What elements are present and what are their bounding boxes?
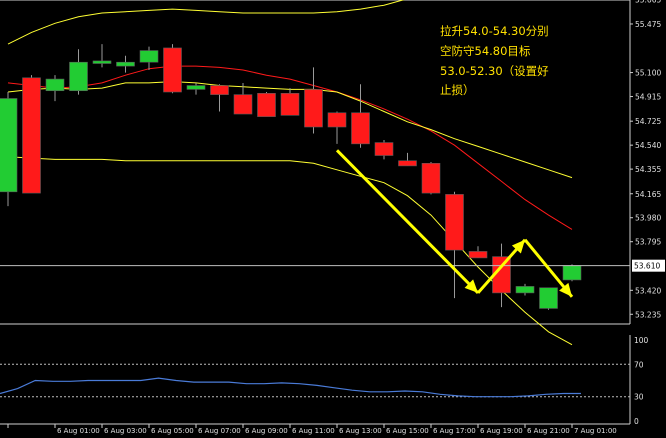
price-tick-label: 55.475 <box>635 20 661 29</box>
price-tick-label: 53.420 <box>635 286 661 295</box>
bearish-candle <box>421 162 441 194</box>
bullish-candle <box>92 60 112 64</box>
bearish-candle <box>374 142 394 156</box>
current-price-label: 53.610 <box>634 262 660 271</box>
bearish-candle <box>445 194 464 251</box>
bearish-candle <box>233 94 253 115</box>
indicator-level-label: 0 <box>634 417 639 426</box>
price-tick-label: 54.915 <box>635 93 661 102</box>
time-tick-label: 6 Aug 07:00 <box>198 427 241 435</box>
time-tick-label: 6 Aug 05:00 <box>151 427 194 435</box>
bullish-candle <box>0 98 18 193</box>
price-tick-label: 54.165 <box>635 190 661 199</box>
price-tick-label: 54.540 <box>635 141 661 150</box>
annotation-line-2: 空防守54.80目标 <box>440 44 531 58</box>
time-tick-label: 6 Aug 01:00 <box>57 427 100 435</box>
bullish-candle <box>45 78 65 92</box>
price-tick-label: 54.355 <box>635 165 661 174</box>
time-tick-label: 6 Aug 03:00 <box>104 427 147 435</box>
bullish-candle <box>116 61 135 67</box>
bullish-candle <box>562 265 582 281</box>
time-tick-label: 6 Aug 09:00 <box>245 427 288 435</box>
time-tick-label: 6 Aug 21:00 <box>527 427 570 435</box>
price-tick-label: 53.795 <box>635 238 661 247</box>
bearish-candle <box>327 112 347 128</box>
bearish-candle <box>398 160 417 167</box>
bearish-candle <box>163 47 182 93</box>
bullish-candle <box>515 286 535 294</box>
bearish-candle <box>22 77 41 194</box>
annotation-line-4: 止损） <box>440 83 475 97</box>
price-tick-label: 55.665 <box>635 0 661 4</box>
indicator-level-label: 30 <box>634 393 644 402</box>
forex-chart: 55.665 55.475 55.100 54.915 54.725 54.540 54.3… <box>0 0 666 438</box>
bearish-candle <box>280 93 300 116</box>
bearish-candle <box>468 251 488 259</box>
price-tick-label: 53.980 <box>635 214 661 223</box>
time-tick-label: 6 Aug 13:00 <box>339 427 382 435</box>
bearish-candle <box>351 112 370 145</box>
time-tick-label: 6 Aug 15:00 <box>386 427 429 435</box>
annotation-line-3: 53.0-52.30（设置好 <box>440 64 549 78</box>
indicator-level-label: 70 <box>634 360 644 369</box>
indicator-level-label: 100 <box>634 336 649 345</box>
price-tick-label: 55.100 <box>635 69 661 78</box>
bearish-candle <box>210 85 229 95</box>
time-tick-label: 6 Aug 19:00 <box>480 427 523 435</box>
bullish-candle <box>139 50 159 63</box>
annotation-line-1: 拉升54.0-54.30分别 <box>440 24 549 38</box>
bearish-candle <box>304 89 323 128</box>
time-tick-label: 7 Aug 01:00 <box>574 427 617 435</box>
bullish-candle <box>69 61 88 92</box>
bullish-candle <box>539 287 558 309</box>
price-tick-label: 53.235 <box>635 310 661 319</box>
time-tick-label: 6 Aug 17:00 <box>433 427 476 435</box>
time-tick-label: 6 Aug 11:00 <box>292 427 335 435</box>
price-tick-label: 54.725 <box>635 117 661 126</box>
bearish-candle <box>257 93 276 117</box>
bullish-candle <box>186 85 206 90</box>
